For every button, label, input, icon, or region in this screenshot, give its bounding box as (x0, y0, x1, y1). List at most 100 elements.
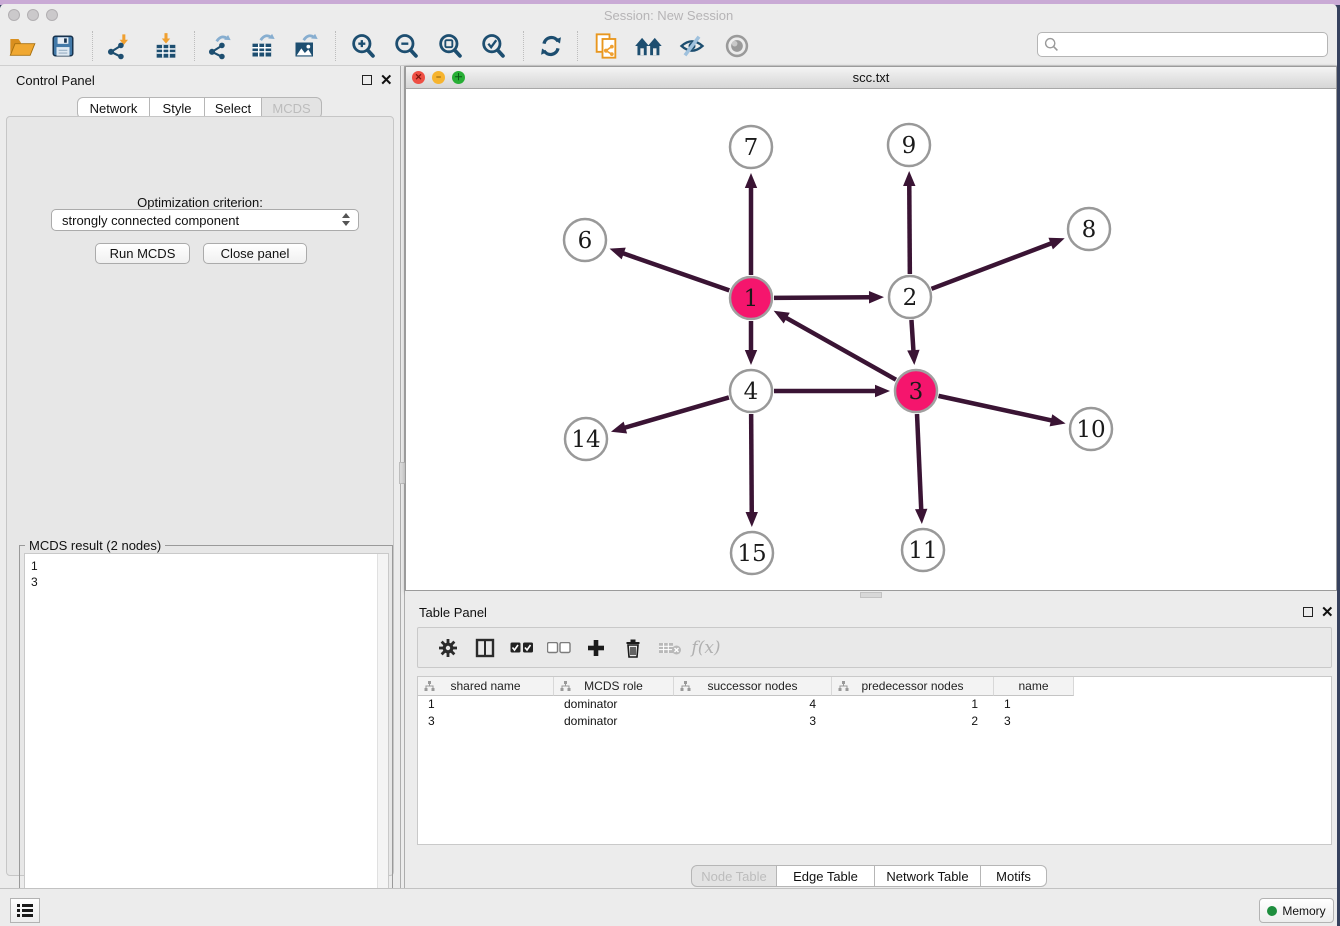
tab-network-table[interactable]: Network Table (875, 865, 981, 887)
import-network-icon[interactable] (101, 29, 135, 63)
graph-edge-2-8[interactable] (932, 238, 1065, 289)
column-header-predecessor-nodes[interactable]: predecessor nodes (832, 677, 994, 696)
table-cell[interactable]: 4 (674, 696, 832, 713)
column-header-shared-name[interactable]: shared name (418, 677, 554, 696)
network-canvas[interactable]: 7 9 6 8 1 2 4 3 14 10 15 11 (407, 89, 1336, 591)
graph-node-4[interactable]: 4 (730, 370, 772, 412)
zoom-out-icon[interactable] (389, 29, 423, 63)
tab-edge-table[interactable]: Edge Table (777, 865, 875, 887)
graph-edge-3-10[interactable] (938, 396, 1065, 426)
open-session-icon[interactable] (5, 29, 39, 63)
clone-network-icon[interactable] (589, 29, 623, 63)
memory-button[interactable]: Memory (1259, 898, 1334, 923)
result-scrollbar[interactable] (377, 554, 388, 914)
delete-column-icon[interactable] (617, 632, 649, 664)
graph-edge-1-4[interactable] (745, 321, 757, 365)
graph-edge-3-11[interactable] (915, 414, 927, 524)
app-window: Session: New Session (0, 4, 1337, 926)
graph-node-10[interactable]: 10 (1070, 408, 1112, 450)
close-panel-button[interactable]: Close panel (203, 243, 307, 264)
graph-edge-1-2[interactable] (774, 291, 884, 303)
svg-text:11: 11 (908, 538, 937, 564)
close-panel-icon[interactable]: ✕ (380, 76, 393, 86)
criterion-dropdown[interactable]: strongly connected component (51, 209, 359, 231)
horizontal-splitter[interactable] (405, 591, 1337, 599)
criterion-dropdown-value: strongly connected component (62, 213, 239, 228)
run-mcds-button[interactable]: Run MCDS (95, 243, 190, 264)
graph-edge-1-7[interactable] (745, 173, 757, 275)
table-cell[interactable]: 1 (832, 696, 994, 713)
graph-node-6[interactable]: 6 (564, 219, 606, 261)
graph-edge-4-14[interactable] (611, 397, 729, 433)
network-window-titlebar[interactable]: ✕ − ＋ scc.txt (406, 67, 1336, 89)
graph-node-2[interactable]: 2 (889, 276, 931, 318)
task-history-button[interactable] (10, 898, 40, 923)
graph-node-11[interactable]: 11 (902, 529, 944, 571)
tab-node-table[interactable]: Node Table (691, 865, 777, 887)
mcds-result-box[interactable]: 13 (24, 553, 389, 915)
graph-edge-4-15[interactable] (746, 414, 758, 527)
export-network-icon[interactable] (202, 29, 236, 63)
table-toolbar: f(x) (417, 627, 1332, 668)
table-cell[interactable]: 3 (994, 713, 1074, 730)
table-cell[interactable]: 2 (832, 713, 994, 730)
window-titlebar[interactable]: Session: New Session (0, 4, 1337, 26)
table-cell[interactable]: 1 (418, 696, 554, 713)
save-session-icon[interactable] (46, 29, 80, 63)
graph-node-7[interactable]: 7 (730, 126, 772, 168)
table-float-icon[interactable] (1303, 607, 1313, 617)
table-row[interactable]: 1dominator411 (418, 696, 1331, 713)
svg-text:14: 14 (571, 427, 600, 453)
table-cell[interactable]: dominator (554, 696, 674, 713)
table-row[interactable]: 3dominator323 (418, 713, 1331, 730)
search-input[interactable] (1037, 32, 1328, 57)
table-panel-title: Table Panel (419, 605, 487, 620)
refresh-view-icon[interactable] (534, 29, 568, 63)
zoom-fit-icon[interactable] (433, 29, 467, 63)
deselect-all-checkboxes-icon[interactable] (543, 632, 575, 664)
column-header-successor-nodes[interactable]: successor nodes (674, 677, 832, 696)
settings-gear-icon[interactable] (432, 632, 464, 664)
add-column-icon[interactable] (580, 632, 612, 664)
status-bar: Memory (0, 888, 1337, 926)
table-close-icon[interactable]: ✕ (1321, 608, 1334, 618)
select-all-checkboxes-icon[interactable] (506, 632, 538, 664)
home-layout-icon[interactable] (632, 29, 666, 63)
import-table-icon[interactable] (149, 29, 183, 63)
memory-label: Memory (1282, 904, 1325, 918)
zoom-selected-icon[interactable] (476, 29, 510, 63)
show-panels-icon[interactable] (720, 29, 754, 63)
graph-node-1[interactable]: 1 (730, 277, 772, 319)
table-cell[interactable]: 1 (994, 696, 1074, 713)
table-cell[interactable]: 3 (418, 713, 554, 730)
export-table-icon[interactable] (246, 29, 280, 63)
column-visibility-icon[interactable] (469, 632, 501, 664)
hide-panels-icon[interactable] (675, 29, 709, 63)
zoom-in-icon[interactable] (346, 29, 380, 63)
svg-text:6: 6 (578, 228, 593, 254)
graph-edge-4-3[interactable] (774, 385, 890, 397)
graph-node-15[interactable]: 15 (731, 532, 773, 574)
memory-status-icon (1267, 906, 1277, 916)
graph-edge-2-3[interactable] (907, 320, 919, 365)
optimization-criterion-label: Optimization criterion: (7, 195, 393, 210)
node-table[interactable]: shared nameMCDS rolesuccessor nodesprede… (417, 676, 1332, 845)
graph-node-9[interactable]: 9 (888, 124, 930, 166)
graph-node-8[interactable]: 8 (1068, 208, 1110, 250)
mcds-result-title: MCDS result (2 nodes) (25, 538, 165, 553)
mcds-tab-content: Optimization criterion: strongly connect… (6, 116, 394, 876)
export-image-icon[interactable] (289, 29, 323, 63)
graph-node-14[interactable]: 14 (565, 418, 607, 460)
column-header-MCDS-role[interactable]: MCDS role (554, 677, 674, 696)
float-panel-icon[interactable] (362, 75, 372, 85)
sort-hierarchy-icon (680, 681, 691, 695)
graph-node-3[interactable]: 3 (895, 370, 937, 412)
horizontal-splitter-handle[interactable] (860, 592, 882, 598)
tab-motifs[interactable]: Motifs (981, 865, 1047, 887)
table-cell[interactable]: dominator (554, 713, 674, 730)
column-header-name[interactable]: name (994, 677, 1074, 696)
graph-edge-2-9[interactable] (903, 171, 915, 274)
table-cell[interactable]: 3 (674, 713, 832, 730)
graph-edge-1-6[interactable] (610, 248, 730, 291)
graph-edge-3-1[interactable] (774, 311, 896, 380)
